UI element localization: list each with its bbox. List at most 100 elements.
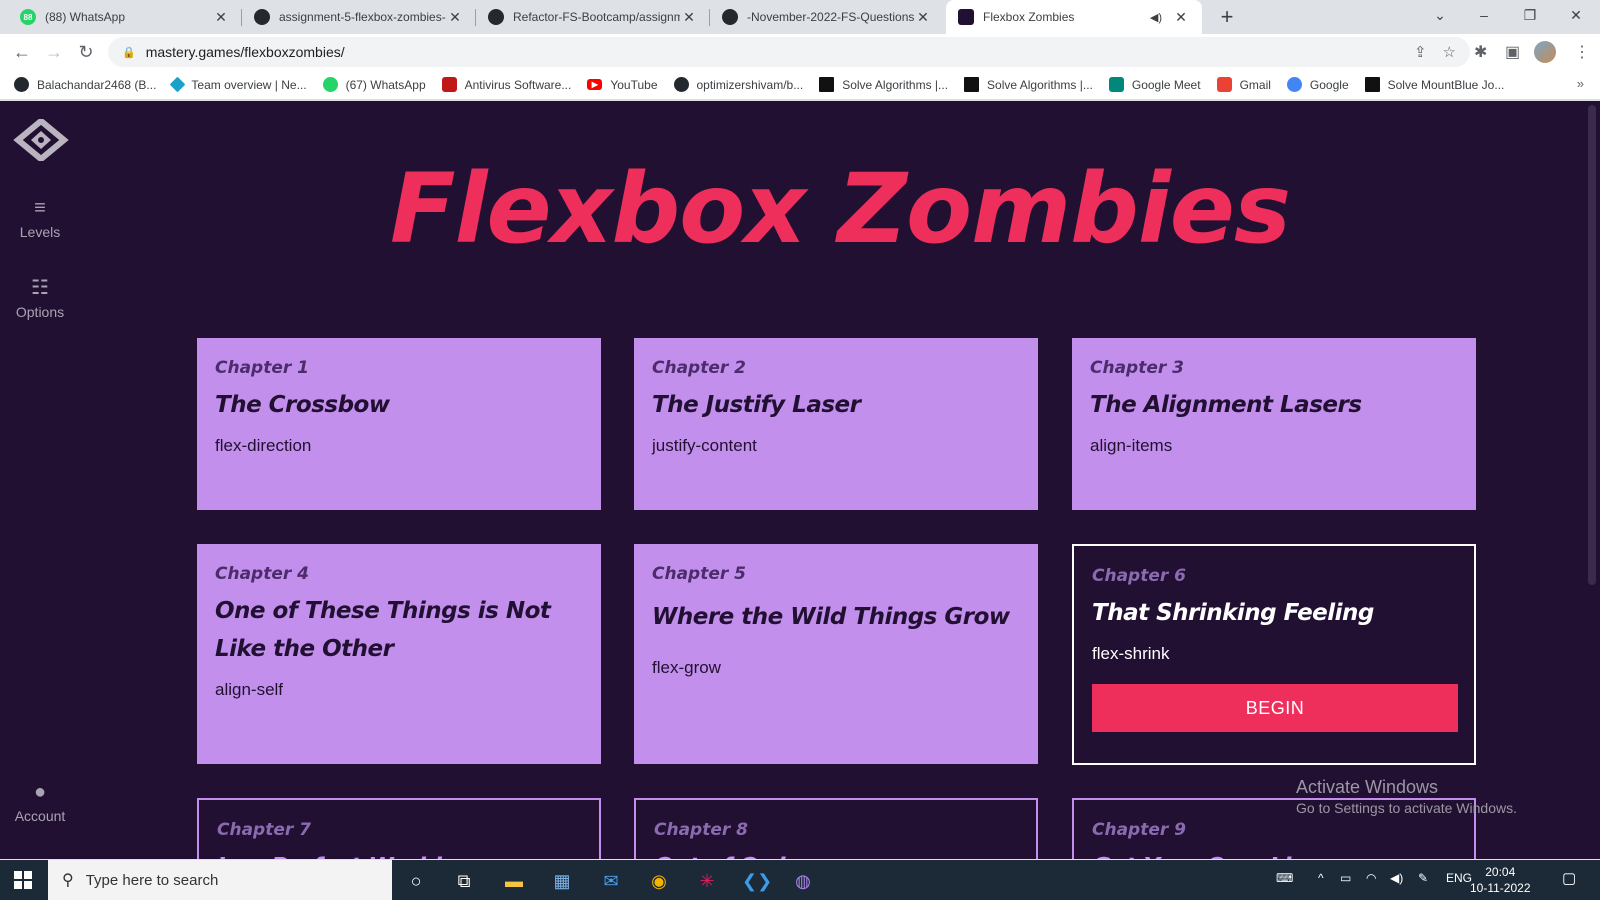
close-tab-icon[interactable]: ✕ <box>1172 9 1190 26</box>
speaker-icon[interactable]: ◀) <box>1150 11 1162 24</box>
tab-refactor-bootcamp[interactable]: Refactor-FS-Bootcamp/assignme ✕ <box>476 0 710 34</box>
chapter-card-5[interactable]: Chapter 5 Where the Wild Things Grow fle… <box>634 544 1038 764</box>
volume-icon[interactable]: ◀) <box>1390 871 1403 885</box>
close-tab-icon[interactable]: ✕ <box>446 9 464 26</box>
bookmark-item[interactable]: Google <box>1286 77 1349 92</box>
wifi-icon[interactable]: ◠ <box>1366 871 1376 885</box>
bookmark-item[interactable]: Balachandar2468 (B... <box>14 77 156 92</box>
close-tab-icon[interactable]: ✕ <box>914 9 932 26</box>
close-tab-icon[interactable]: ✕ <box>680 9 698 26</box>
sidebar-item-account[interactable]: ● Account <box>0 781 80 824</box>
chrome-icon[interactable]: ◉ <box>646 868 672 894</box>
chapter-card-1[interactable]: Chapter 1 The Crossbow flex-direction <box>197 338 601 510</box>
bookmark-item[interactable]: Solve Algorithms |... <box>964 77 1093 92</box>
bookmark-item[interactable]: (67) WhatsApp <box>322 77 426 92</box>
new-tab-button[interactable]: + <box>1214 4 1240 30</box>
minimize-button[interactable]: – <box>1462 0 1506 32</box>
chapter-title: Where the Wild Things Grow <box>652 604 1010 630</box>
chapter-number: Chapter 1 <box>215 358 310 378</box>
pen-icon[interactable]: ✎ <box>1418 871 1428 885</box>
keyboard-icon[interactable]: ⌨ <box>1276 871 1293 885</box>
bookmark-label: YouTube <box>610 77 658 92</box>
restore-button[interactable]: ❐ <box>1508 0 1552 32</box>
bookmark-label: Solve MountBlue Jo... <box>1387 77 1505 92</box>
bookmark-label: Solve Algorithms |... <box>987 77 1093 92</box>
forward-icon[interactable]: → <box>38 42 70 63</box>
tab-strip: 88 (88) WhatsApp ✕ assignment-5-flexbox-… <box>0 0 1600 34</box>
github-desktop-icon[interactable]: ◍ <box>790 868 816 894</box>
close-window-button[interactable]: ✕ <box>1554 0 1598 32</box>
bookmark-label: Balachandar2468 (B... <box>37 77 157 92</box>
mcafee-icon <box>441 77 457 92</box>
gmail-icon <box>1216 77 1232 92</box>
tab-flexbox-zombies[interactable]: Flexbox Zombies ◀) ✕ <box>946 0 1202 34</box>
bookmark-item[interactable]: Gmail <box>1216 77 1271 92</box>
address-bar[interactable]: 🔒 mastery.games/flexboxzombies/ ⇪ ☆ <box>108 37 1470 67</box>
language-indicator[interactable]: ENG <box>1446 871 1472 885</box>
profile-avatar[interactable] <box>1534 41 1556 63</box>
tab-title: Refactor-FS-Bootcamp/assignme <box>513 10 680 24</box>
chapter-card-2[interactable]: Chapter 2 The Justify Laser justify-cont… <box>634 338 1038 510</box>
bookmark-item[interactable]: optimizershivam/b... <box>673 77 804 92</box>
tab-assignment-5[interactable]: assignment-5-flexbox-zombies-8 ✕ <box>242 0 476 34</box>
cortana-icon[interactable]: ○ <box>403 868 429 894</box>
notifications-icon[interactable]: ▢ <box>1562 869 1576 887</box>
chapter-card-7[interactable]: Chapter 7 In a Perfect World <box>197 798 601 859</box>
taskbar-search-input[interactable]: ⚲ Type here to search <box>48 860 392 900</box>
chapter-card-4[interactable]: Chapter 4 One of These Things is Not Lik… <box>197 544 601 764</box>
bookmark-item[interactable]: ▶ YouTube <box>587 77 658 92</box>
scrollbar-thumb[interactable] <box>1588 105 1596 585</box>
windows-start-icon[interactable] <box>14 871 32 889</box>
microsoft-store-icon[interactable]: ▦ <box>549 868 575 894</box>
chapter-property: justify-content <box>652 436 757 455</box>
chapter-property: align-self <box>215 680 284 699</box>
close-tab-icon[interactable]: ✕ <box>212 9 230 26</box>
youtube-icon: ▶ <box>587 79 603 90</box>
lock-icon[interactable]: 🔒 <box>122 46 136 59</box>
chapter-number: Chapter 6 <box>1092 566 1187 586</box>
chapter-card-3[interactable]: Chapter 3 The Alignment Lasers align-ite… <box>1072 338 1476 510</box>
task-view-icon[interactable]: ⧉ <box>451 868 477 894</box>
sidebar-item-label: Options <box>15 304 65 320</box>
url-text[interactable]: mastery.games/flexboxzombies/ <box>146 44 345 60</box>
more-bookmarks-icon[interactable]: » <box>1577 76 1584 91</box>
show-hidden-icons-icon[interactable]: ^ <box>1318 871 1324 885</box>
tab-november-questions[interactable]: -November-2022-FS-Questions/ ✕ <box>710 0 944 34</box>
begin-button[interactable]: BEGIN <box>1092 684 1458 732</box>
share-icon[interactable]: ⇪ <box>1414 43 1427 61</box>
bookmark-star-icon[interactable]: ☆ <box>1443 43 1456 61</box>
bookmark-item[interactable]: Solve MountBlue Jo... <box>1364 77 1505 92</box>
whatsapp-icon: 88 <box>20 9 36 25</box>
vscode-icon[interactable]: ❮❯ <box>742 868 772 894</box>
bookmark-item[interactable]: Team overview | Ne... <box>170 76 307 93</box>
slack-icon[interactable]: ✳ <box>694 868 720 894</box>
file-explorer-icon[interactable]: ▬ <box>501 868 527 894</box>
side-panel-icon[interactable]: ▣ <box>1505 42 1520 62</box>
chapter-card-6[interactable]: Chapter 6 That Shrinking Feeling flex-sh… <box>1072 544 1476 765</box>
activate-windows-watermark: Activate Windows Go to Settings to activ… <box>1296 777 1517 816</box>
bookmark-item[interactable]: Solve Algorithms |... <box>819 77 948 92</box>
extensions-icon[interactable]: ✱ <box>1474 42 1487 62</box>
chapter-number: Chapter 7 <box>217 820 312 840</box>
chapter-title: The Alignment Lasers <box>1090 392 1362 418</box>
mail-icon[interactable]: ✉ <box>598 868 624 894</box>
back-icon[interactable]: ← <box>6 42 38 63</box>
chapter-property: flex-grow <box>652 658 721 677</box>
page-scrollbar[interactable] <box>1584 101 1600 859</box>
bookmark-item[interactable]: Antivirus Software... <box>441 77 571 92</box>
diamond-icon <box>170 76 186 93</box>
chapter-number: Chapter 9 <box>1092 820 1187 840</box>
clock-time: 20:04 <box>1485 865 1516 879</box>
meet-now-icon[interactable]: ▭ <box>1340 871 1351 885</box>
tab-search-icon[interactable]: ⌄ <box>1418 0 1462 32</box>
hackerrank-icon <box>964 77 980 92</box>
chapter-card-8[interactable]: Chapter 8 Out of Order <box>634 798 1038 859</box>
taskbar-clock[interactable]: 20:04 10-11-2022 <box>1470 864 1531 896</box>
bookmark-label: optimizershivam/b... <box>696 77 804 92</box>
bookmark-item[interactable]: Google Meet <box>1108 77 1201 92</box>
tab-whatsapp[interactable]: 88 (88) WhatsApp ✕ <box>8 0 242 34</box>
menu-kebab-icon[interactable]: ⋮ <box>1574 42 1590 62</box>
sidebar-item-options[interactable]: ☷ Options <box>0 275 80 320</box>
reload-icon[interactable]: ↻ <box>70 42 102 63</box>
bookmarks-bar: Balachandar2468 (B... Team overview | Ne… <box>0 70 1600 100</box>
